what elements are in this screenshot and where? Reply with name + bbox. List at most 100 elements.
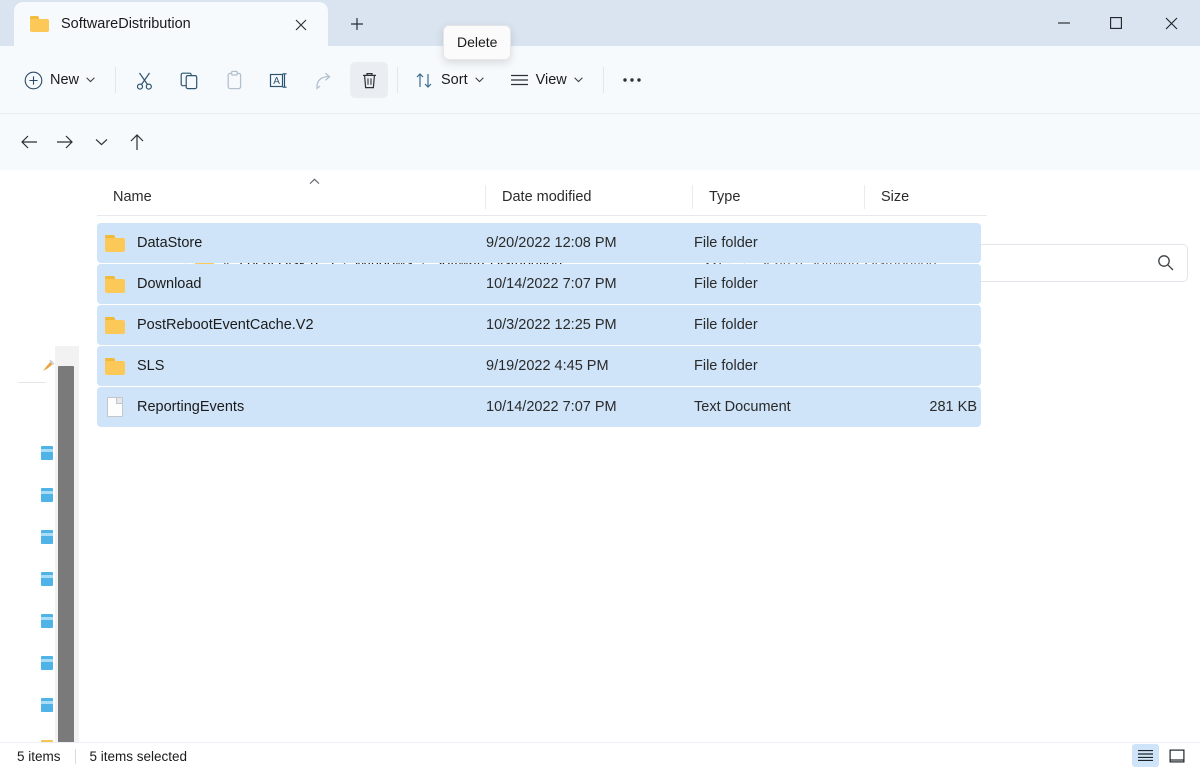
new-tab-button[interactable] [340,9,374,39]
column-header-date-modified[interactable]: Date modified [485,185,692,209]
delete-tooltip: Delete [443,25,511,60]
rename-button[interactable]: A [260,62,298,98]
nav-item-icon[interactable] [41,572,53,586]
tab-software-distribution[interactable]: SoftwareDistribution [14,2,328,46]
folder-icon [105,276,125,293]
table-row[interactable]: Download 10/14/2022 7:07 PM File folder [97,264,981,304]
chevron-down-icon [475,77,484,83]
maximize-button[interactable] [1090,0,1142,46]
table-row[interactable]: SLS 9/19/2022 4:45 PM File folder [97,346,981,386]
up-one-level-button[interactable] [122,127,152,157]
selection-count: 5 items selected [90,749,188,764]
nav-item-icon[interactable] [41,530,53,544]
cut-button[interactable] [125,62,163,98]
chevron-down-icon [95,138,108,146]
chevron-down-icon [86,77,95,83]
file-explorer-window: SoftwareDistribution [0,0,1200,770]
file-name-cell: Download [97,276,486,293]
maximize-icon [1110,17,1122,29]
nav-divider [18,382,46,383]
details-view-toggle[interactable] [1132,744,1159,767]
file-size: 281 KB [868,399,981,415]
status-divider [75,749,76,764]
file-name: Download [137,276,202,292]
view-button-label: View [536,72,567,88]
table-row[interactable]: DataStore 9/20/2022 12:08 PM File folder [97,223,981,263]
chevron-down-icon [574,77,583,83]
file-name-cell: ReportingEvents [97,397,486,417]
column-header-size-label: Size [865,189,909,205]
share-button[interactable] [305,62,343,98]
command-toolbar: New [0,46,1200,114]
nav-item-icon[interactable] [41,488,53,502]
item-count: 5 items [17,749,61,764]
file-name-cell: DataStore [97,235,486,252]
file-date: 9/19/2022 4:45 PM [486,358,694,374]
column-header-type[interactable]: Type [692,185,864,209]
file-name: ReportingEvents [137,399,244,415]
view-button[interactable]: View [502,62,594,98]
table-row[interactable]: ReportingEvents 10/14/2022 7:07 PM Text … [97,387,981,427]
file-list: DataStore 9/20/2022 12:08 PM File folder… [97,223,981,428]
forward-arrow-icon [56,134,74,150]
recent-locations-button[interactable] [86,127,116,157]
pin-icon [42,358,56,372]
nav-item-icon[interactable] [41,698,53,712]
view-toggle-group [1132,744,1190,767]
nav-item-icon[interactable] [41,446,53,460]
column-header-type-label: Type [693,189,740,205]
navigation-pane[interactable] [0,170,92,742]
nav-scrollbar-thumb[interactable] [58,366,74,742]
up-arrow-icon [129,133,145,151]
delete-button[interactable] [350,62,388,98]
folder-icon [105,317,125,334]
copy-icon [179,70,200,91]
forward-button[interactable] [50,127,80,157]
address-bar-row: « Local Disk (C:) › Windows › SoftwareDi… [0,114,1200,170]
share-icon [314,70,335,91]
new-button-label: New [50,72,79,88]
file-name-cell: PostRebootEventCache.V2 [97,317,486,334]
search-icon[interactable] [1157,254,1174,276]
trash-icon [359,70,380,91]
back-button[interactable] [14,127,44,157]
toolbar-divider-2 [397,67,398,93]
ellipsis-icon [622,77,642,83]
folder-icon [30,16,49,32]
svg-text:A: A [273,76,280,87]
new-button[interactable]: New [16,62,106,98]
paste-button[interactable] [215,62,253,98]
tab-label: SoftwareDistribution [61,16,191,32]
minimize-button[interactable] [1038,0,1090,46]
table-row[interactable]: PostRebootEventCache.V2 10/3/2022 12:25 … [97,305,981,345]
toolbar-divider [115,67,116,93]
lines-icon [1137,749,1154,762]
file-date: 9/20/2022 12:08 PM [486,235,694,251]
plus-circle-icon [24,71,43,90]
column-header-name-label: Name [97,189,152,205]
close-button[interactable] [1142,0,1200,46]
scissors-icon [134,70,155,91]
file-type: File folder [694,317,868,333]
folder-icon [105,235,125,252]
file-type: File folder [694,276,868,292]
plus-icon [350,17,364,31]
more-options-button[interactable] [613,62,651,98]
nav-item-icon[interactable] [41,656,53,670]
back-arrow-icon [20,134,38,150]
window-controls [1038,0,1200,46]
minimize-icon [1058,22,1070,24]
column-header-name[interactable]: Name [97,185,485,209]
column-header-date-label: Date modified [486,189,591,205]
file-name: PostRebootEventCache.V2 [137,317,314,333]
file-date: 10/3/2022 12:25 PM [486,317,694,333]
sort-button[interactable]: Sort [407,62,495,98]
nav-item-icon[interactable] [41,614,53,628]
close-icon[interactable] [288,12,314,38]
column-header-size[interactable]: Size [864,185,987,209]
status-bar: 5 items 5 items selected [0,742,1200,770]
sort-button-label: Sort [441,72,468,88]
copy-button[interactable] [170,62,208,98]
close-icon [1165,17,1178,30]
large-icons-view-toggle[interactable] [1163,744,1190,767]
